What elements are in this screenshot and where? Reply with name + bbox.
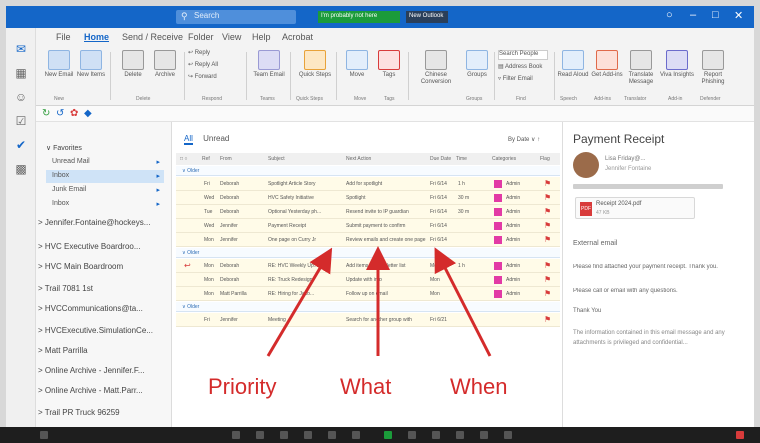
annotation-priority: Priority [208, 374, 277, 399]
taskbar-app-icon[interactable] [456, 431, 464, 439]
taskbar-app-icon[interactable] [232, 431, 240, 439]
annotation-what: What [340, 374, 392, 399]
notification-icon[interactable] [736, 431, 744, 439]
taskbar-app-icon[interactable] [280, 431, 288, 439]
taskbar-app-icon[interactable] [384, 431, 392, 439]
outlook-window: ⚲ Search I'm probably not here New Outlo… [6, 6, 754, 427]
taskbar-app-icon[interactable] [328, 431, 336, 439]
arrow-priority [266, 247, 333, 357]
taskbar-app-icon[interactable] [480, 431, 488, 439]
taskbar [0, 427, 760, 443]
taskbar-app-icon[interactable] [432, 431, 440, 439]
taskbar-app-icon[interactable] [256, 431, 264, 439]
taskbar-app-icon[interactable] [304, 431, 312, 439]
annotation-arrows [266, 246, 492, 357]
taskbar-app-icon[interactable] [352, 431, 360, 439]
arrow-when [434, 247, 492, 357]
taskbar-app-icon[interactable] [504, 431, 512, 439]
start-icon[interactable] [40, 431, 48, 439]
taskbar-app-icon[interactable] [408, 431, 416, 439]
annotation-when: When [450, 374, 508, 399]
